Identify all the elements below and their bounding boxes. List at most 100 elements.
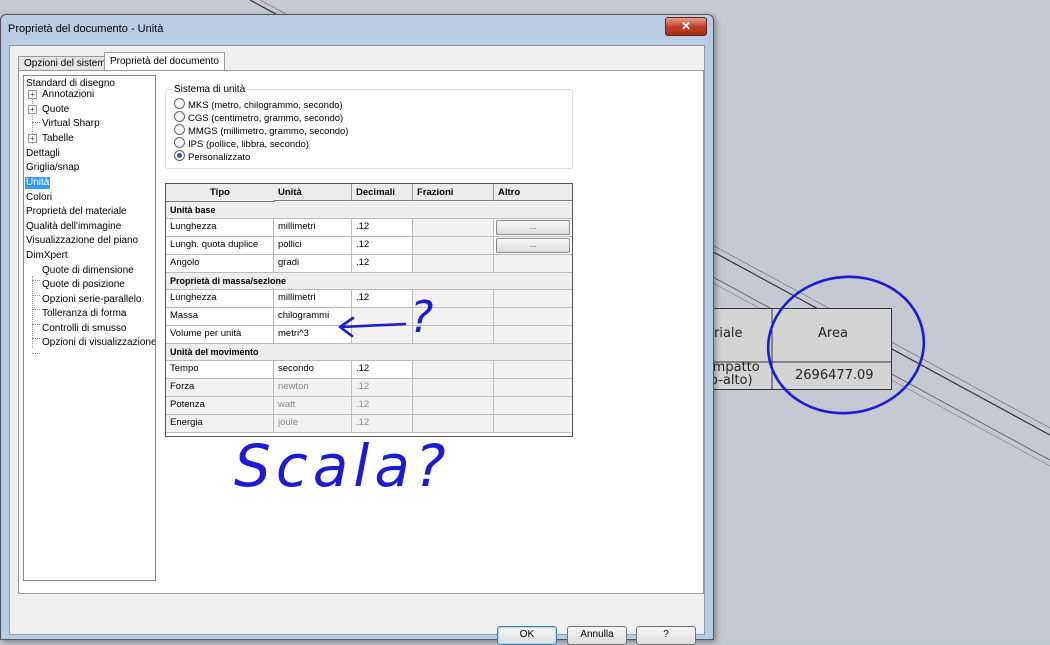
- expand-plus-icon[interactable]: +: [28, 134, 37, 143]
- radio-mmgs[interactable]: MMGS (millimetro, grammo, secondo): [174, 124, 349, 137]
- tree-item-controlli-smusso[interactable]: Controlli di smusso: [42, 323, 126, 335]
- tree-item-unita[interactable]: Unità: [25, 177, 51, 189]
- dialog-titlebar[interactable]: Proprietà del documento - Unità ✕: [1, 15, 713, 43]
- grid-cell-tipo: Tempo: [166, 361, 274, 379]
- radio-personalizzato[interactable]: Personalizzato: [174, 150, 251, 163]
- grid-cell-unita[interactable]: millimetri: [274, 290, 352, 308]
- tree-item-proprieta-materiale[interactable]: Proprietà del materiale: [26, 206, 127, 218]
- grid-cell-decimali[interactable]: .12: [352, 219, 413, 237]
- grid-cell-decimali[interactable]: .12: [352, 290, 413, 308]
- tree-item-dimxpert[interactable]: DimXpert: [26, 250, 68, 262]
- tree-item-griglia-snap[interactable]: Griglia/snap: [26, 162, 79, 174]
- background-header-area: Area: [818, 326, 848, 341]
- radio-circle-icon: [174, 124, 185, 135]
- radio-mmgs-label: MMGS (millimetro, grammo, secondo): [188, 126, 349, 137]
- help-button[interactable]: ?: [636, 626, 696, 645]
- tree-guide-line: [32, 122, 40, 123]
- grid-cell-tipo: Lunghezza: [166, 290, 274, 308]
- tree-item-quote-posizione[interactable]: Quote di posizione: [42, 279, 125, 291]
- tree-item-dettagli[interactable]: Dettagli: [26, 148, 60, 160]
- close-button[interactable]: ✕: [665, 17, 707, 36]
- grid-cell-decimali[interactable]: .12: [352, 361, 413, 379]
- tree-item-opzioni-visualizzazione[interactable]: Opzioni di visualizzazione: [42, 337, 155, 349]
- grid-header-unita: Unità: [274, 184, 352, 201]
- close-icon: ✕: [680, 19, 692, 33]
- unit-system-legend: Sistema di unità: [172, 84, 248, 95]
- grid-cell-tipo: Forza: [166, 379, 274, 397]
- grid-cell-decimali[interactable]: .12: [352, 255, 413, 273]
- cancel-button[interactable]: Annulla: [567, 626, 627, 645]
- grid-header-altro: Altro: [494, 184, 572, 201]
- background-table: eriale Area (impatto o-alto) 2696477.09: [700, 308, 892, 390]
- grid-cell-decimali: .12: [352, 415, 413, 433]
- grid-cell-altro: [494, 415, 572, 433]
- grid-cell-unita[interactable]: pollici: [274, 237, 352, 255]
- tree-item-annotazioni[interactable]: Annotazioni: [42, 89, 94, 101]
- grid-cell-tipo: Angolo: [166, 255, 274, 273]
- grid-cell-altro: [494, 361, 572, 379]
- grid-cell-frazioni: [413, 219, 494, 237]
- tree-item-opzioni-serie-parallelo[interactable]: Opzioni serie-parallelo: [42, 294, 142, 306]
- tree-item-visualizzazione-piano[interactable]: Visualizzazione del piano: [26, 235, 138, 247]
- radio-cgs[interactable]: CGS (centimetro, grammo, secondo): [174, 111, 344, 124]
- grid-cell-frazioni: [413, 308, 494, 326]
- grid-cell-altro: [494, 326, 572, 344]
- grid-cell-decimali[interactable]: .12: [352, 237, 413, 255]
- grid-cell-altro: [494, 397, 572, 415]
- tree-item-colori[interactable]: Colori: [26, 192, 52, 204]
- grid-cell-unita[interactable]: chilogrammi: [274, 308, 352, 326]
- expand-plus-icon[interactable]: +: [28, 90, 37, 99]
- grid-cell-frazioni: [413, 397, 494, 415]
- tree-item-virtual-sharp[interactable]: Virtual Sharp: [42, 118, 100, 130]
- ok-button[interactable]: OK: [497, 626, 557, 645]
- grid-cell-altro: [494, 379, 572, 397]
- tree-item-tabelle[interactable]: Tabelle: [42, 133, 74, 145]
- grid-cell-unita: joule: [274, 415, 352, 433]
- background-value-area: 2696477.09: [795, 368, 874, 383]
- grid-cell-tipo: Lungh. quota duplice: [166, 237, 274, 255]
- background-value-left-2: o-alto): [710, 373, 753, 388]
- tree-item-qualita-immagine[interactable]: Qualità dell'immagine: [26, 221, 121, 233]
- radio-personalizzato-label: Personalizzato: [188, 152, 251, 163]
- tree-guide-line: [32, 324, 40, 325]
- grid-cell-frazioni: [413, 361, 494, 379]
- document-properties-dialog: Proprietà del documento - Unità ✕ Opzion…: [0, 14, 714, 645]
- altro-more-button[interactable]: ...: [496, 220, 570, 235]
- radio-ips-label: IPS (pollice, libbra, secondo): [188, 139, 309, 150]
- units-grid: Tipo Unità Decimali Frazioni Altro Unità…: [165, 183, 573, 437]
- grid-cell-tipo: Massa: [166, 308, 274, 326]
- dialog-client-area: Opzioni del sistema Proprietà del docume…: [9, 45, 705, 645]
- tree-item-quote-dimensione[interactable]: Quote di dimensione: [42, 265, 134, 277]
- grid-cell-decimali: .12: [352, 397, 413, 415]
- altro-more-button[interactable]: ...: [496, 238, 570, 253]
- expand-plus-icon[interactable]: +: [28, 105, 37, 114]
- grid-cell-tipo: Potenza: [166, 397, 274, 415]
- radio-cgs-label: CGS (centimetro, grammo, secondo): [188, 113, 344, 124]
- radio-ips[interactable]: IPS (pollice, libbra, secondo): [174, 137, 309, 150]
- grid-cell-unita[interactable]: secondo: [274, 361, 352, 379]
- radio-mks[interactable]: MKS (metro, chilogrammo, secondo): [174, 98, 343, 111]
- radio-circle-icon: [174, 98, 185, 109]
- grid-cell-tipo: Volume per unità: [166, 326, 274, 344]
- radio-mks-label: MKS (metro, chilogrammo, secondo): [188, 100, 343, 111]
- grid-cell-unita: watt: [274, 397, 352, 415]
- tree-item-tolleranza-forma[interactable]: Tolleranza di forma: [42, 308, 126, 320]
- tree-item-quote[interactable]: Quote: [42, 104, 69, 116]
- tree-guide-line: [32, 338, 40, 339]
- grid-cell-frazioni: [413, 237, 494, 255]
- grid-cell-unita[interactable]: gradi: [274, 255, 352, 273]
- grid-cell-unita[interactable]: millimetri: [274, 219, 352, 237]
- grid-cell-frazioni: [413, 326, 494, 344]
- tree-guide-line: [32, 295, 40, 296]
- dialog-title: Proprietà del documento - Unità: [8, 23, 164, 35]
- grid-cell-unita[interactable]: metri^3: [274, 326, 352, 344]
- tab-document-properties[interactable]: Proprietà del documento: [104, 52, 225, 72]
- options-tree[interactable]: Standard di disegno + Annotazioni + Quot…: [23, 75, 156, 581]
- radio-circle-icon: [174, 111, 185, 122]
- tree-guide-line: [32, 309, 40, 310]
- grid-cell-altro: ...: [494, 219, 572, 237]
- grid-cell-unita: newton: [274, 379, 352, 397]
- tab-system-options[interactable]: Opzioni del sistema: [18, 56, 118, 71]
- grid-cell-decimali: [352, 326, 413, 344]
- grid-section-unita-movimento: Unità del movimento: [166, 344, 572, 361]
